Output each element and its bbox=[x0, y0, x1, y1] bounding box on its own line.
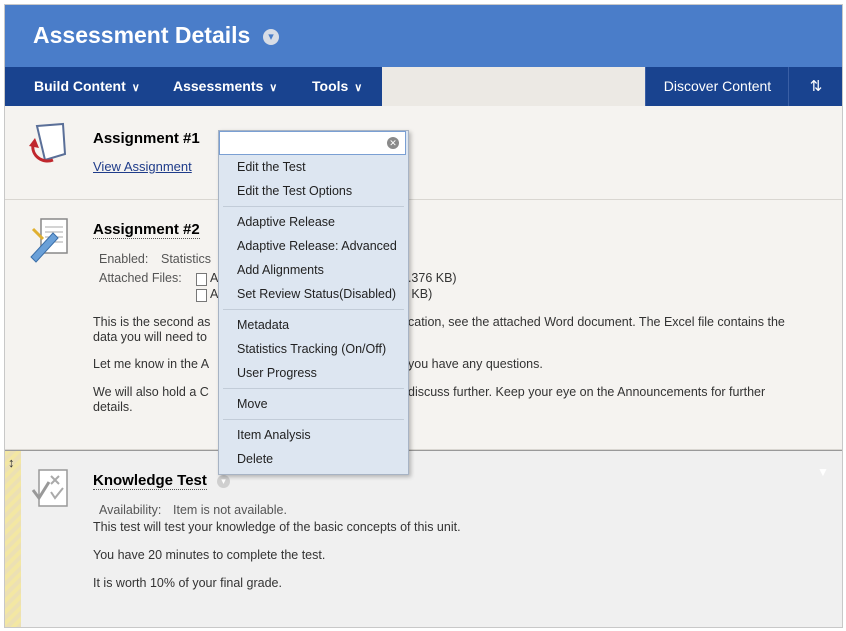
item-menu-chevron-icon[interactable]: ▾ bbox=[217, 475, 230, 488]
content-item-assignment-2: Assignment #2 Enabled: Statistics Attach… bbox=[5, 200, 842, 450]
menu-item-edit-test[interactable]: Edit the Test bbox=[237, 160, 306, 174]
file-size: 2.376 KB) bbox=[401, 271, 457, 285]
description-text: discuss further. Keep your eye on the An… bbox=[408, 385, 766, 399]
chevron-down-icon: ∨ bbox=[131, 82, 140, 94]
menu-item-edit-test-options[interactable]: Edit the Test Options bbox=[237, 184, 352, 198]
drag-strip[interactable]: ↕ bbox=[5, 451, 21, 627]
menu-search-input[interactable]: ✕ bbox=[219, 131, 406, 155]
tools-label: Tools bbox=[312, 78, 349, 94]
file-icon bbox=[196, 273, 207, 286]
menu-item-adaptive-release[interactable]: Adaptive Release bbox=[237, 215, 335, 229]
description-text: It is worth 10% of your final grade. bbox=[93, 576, 282, 590]
menu-item-user-progress[interactable]: User Progress bbox=[237, 366, 317, 380]
menu-item-delete[interactable]: Delete bbox=[237, 452, 273, 466]
test-icon bbox=[31, 469, 68, 507]
description-text: You have 20 minutes to complete the test… bbox=[93, 548, 326, 562]
clear-icon[interactable]: ✕ bbox=[387, 137, 399, 149]
menu-divider bbox=[223, 388, 404, 389]
menu-item-item-analysis[interactable]: Item Analysis bbox=[237, 428, 311, 442]
assessments-label: Assessments bbox=[173, 78, 264, 94]
tools-menu[interactable]: Tools ∨ bbox=[312, 67, 362, 106]
discover-content-button[interactable]: Discover Content bbox=[645, 67, 789, 106]
availability-label: Availability: bbox=[99, 503, 162, 517]
file-icon bbox=[196, 289, 207, 302]
description-text: cation, see the attached Word document. … bbox=[408, 315, 785, 329]
content-item-assignment-1: Assignment #1 View Assignment bbox=[5, 106, 842, 200]
sort-icon[interactable]: ⇅ bbox=[788, 67, 842, 106]
assignment-icon bbox=[29, 122, 67, 163]
menu-divider bbox=[223, 206, 404, 207]
collapse-arrow-icon[interactable]: ▼ bbox=[817, 465, 829, 479]
description-text: We will also hold a C bbox=[93, 385, 209, 399]
build-content-menu[interactable]: Build Content ∨ bbox=[34, 67, 140, 106]
menu-item-move[interactable]: Move bbox=[237, 397, 268, 411]
availability-value: Item is not available. bbox=[173, 503, 287, 517]
assessments-menu[interactable]: Assessments ∨ bbox=[173, 67, 277, 106]
menu-item-metadata[interactable]: Metadata bbox=[237, 318, 289, 332]
drag-handle-icon[interactable]: ↕ bbox=[8, 455, 15, 470]
title-menu-chevron-icon[interactable]: ▾ bbox=[263, 29, 279, 45]
item-title[interactable]: Assignment #1 bbox=[93, 130, 200, 147]
content-frame: Assessment Details ▾ Build Content ∨ Asse… bbox=[4, 4, 843, 628]
context-menu: ✕ Edit the Test Edit the Test Options Ad… bbox=[218, 130, 409, 475]
description-text: This is the second as bbox=[93, 315, 211, 329]
description-text: you have any questions. bbox=[408, 357, 543, 371]
menu-item-statistics-tracking[interactable]: Statistics Tracking (On/Off) bbox=[237, 342, 386, 356]
chevron-down-icon: ∨ bbox=[354, 82, 363, 94]
build-content-label: Build Content bbox=[34, 78, 126, 94]
page-title: Assessment Details bbox=[33, 22, 251, 48]
menu-item-add-alignments[interactable]: Add Alignments bbox=[237, 263, 324, 277]
menu-item-adaptive-release-advanced[interactable]: Adaptive Release: Advanced bbox=[237, 239, 397, 253]
description-text: data you will need to bbox=[93, 330, 207, 344]
description-text: Let me know in the A bbox=[93, 357, 210, 371]
description-text: This test will test your knowledge of th… bbox=[93, 520, 461, 534]
item-title[interactable]: Assignment #2 bbox=[93, 221, 200, 239]
assignment-ruler-icon bbox=[30, 218, 68, 263]
content-item-knowledge-test: ↕ Knowledge Test ▾ ▼ Availability: Item … bbox=[5, 450, 842, 627]
menu-item-set-review-status[interactable]: Set Review Status(Disabled) bbox=[237, 287, 396, 301]
item-title[interactable]: Knowledge Test bbox=[93, 472, 207, 490]
view-assignment-link[interactable]: View Assignment bbox=[93, 159, 192, 174]
enabled-label: Enabled: bbox=[99, 252, 149, 266]
description-text: details. bbox=[93, 400, 133, 414]
page-header: Assessment Details ▾ bbox=[5, 5, 842, 67]
attached-files-label: Attached Files: bbox=[99, 271, 182, 285]
action-bar: Build Content ∨ Assessments ∨ Tools ∨ Disco… bbox=[5, 67, 842, 106]
action-bar-spacer bbox=[382, 67, 645, 106]
menu-divider bbox=[223, 419, 404, 420]
enabled-value: Statistics bbox=[161, 252, 212, 266]
chevron-down-icon: ∨ bbox=[269, 82, 278, 94]
menu-divider bbox=[223, 309, 404, 310]
